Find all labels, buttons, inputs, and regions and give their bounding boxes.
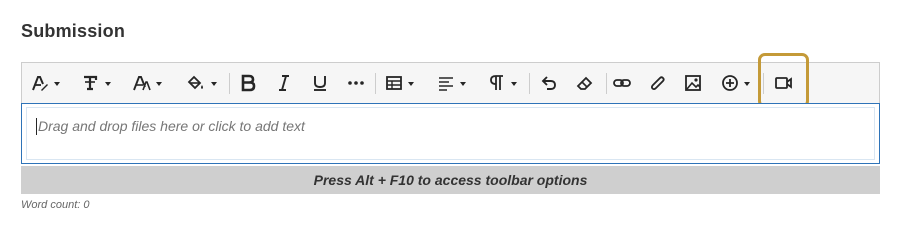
toolbar-divider [229, 73, 230, 94]
chevron-down-icon [211, 81, 217, 86]
chevron-down-icon [156, 81, 162, 86]
chevron-down-icon [408, 81, 414, 86]
toolbar-divider [763, 73, 764, 94]
text-style-button[interactable] [31, 71, 60, 95]
insert-link-button[interactable] [613, 71, 631, 95]
insert-content-icon [721, 74, 739, 92]
pilcrow-icon [488, 74, 506, 92]
editor-toolbar [21, 62, 880, 103]
text-cursor [36, 118, 37, 135]
font-size-icon [133, 74, 151, 92]
align-button[interactable] [437, 71, 466, 95]
more-options-button[interactable] [347, 71, 365, 95]
toolbar-divider [375, 73, 376, 94]
toolbar-divider [529, 73, 530, 94]
toolbar-divider [606, 73, 607, 94]
chevron-down-icon [511, 81, 517, 86]
insert-image-button[interactable] [684, 71, 702, 95]
bold-icon [239, 74, 257, 92]
image-icon [684, 74, 702, 92]
fill-color-button[interactable] [186, 71, 217, 95]
underline-button[interactable] [311, 71, 329, 95]
attach-file-button[interactable] [649, 71, 667, 95]
bold-button[interactable] [239, 71, 257, 95]
undo-icon [540, 74, 558, 92]
link-icon [613, 74, 631, 92]
record-video-button[interactable] [774, 71, 794, 95]
italic-button[interactable] [275, 71, 293, 95]
clear-formatting-button[interactable] [576, 71, 594, 95]
table-icon [385, 74, 403, 92]
insert-content-button[interactable] [721, 71, 750, 95]
text-editor-area[interactable]: Drag and drop files here or click to add… [21, 103, 880, 164]
font-size-button[interactable] [133, 71, 162, 95]
attachment-icon [649, 74, 667, 92]
paragraph-format-button[interactable] [82, 71, 111, 95]
eraser-icon [576, 74, 594, 92]
more-options-icon [347, 74, 365, 92]
underline-icon [311, 74, 329, 92]
word-count: Word count: 0 [21, 199, 90, 211]
table-button[interactable] [385, 71, 414, 95]
keyboard-hint-text: Press Alt + F10 to access toolbar option… [313, 172, 588, 188]
fill-color-icon [186, 74, 206, 92]
chevron-down-icon [744, 81, 750, 86]
video-camera-icon [774, 74, 794, 92]
italic-icon [275, 74, 293, 92]
section-title: Submission [21, 21, 126, 41]
pilcrow-button[interactable] [488, 71, 517, 95]
chevron-down-icon [460, 81, 466, 86]
editor-placeholder: Drag and drop files here or click to add… [38, 118, 305, 134]
undo-button[interactable] [540, 71, 558, 95]
chevron-down-icon [54, 81, 60, 86]
chevron-down-icon [105, 81, 111, 86]
align-icon [437, 74, 455, 92]
text-style-icon [31, 74, 49, 92]
paragraph-format-icon [82, 74, 100, 92]
keyboard-hint-bar: Press Alt + F10 to access toolbar option… [21, 166, 880, 194]
